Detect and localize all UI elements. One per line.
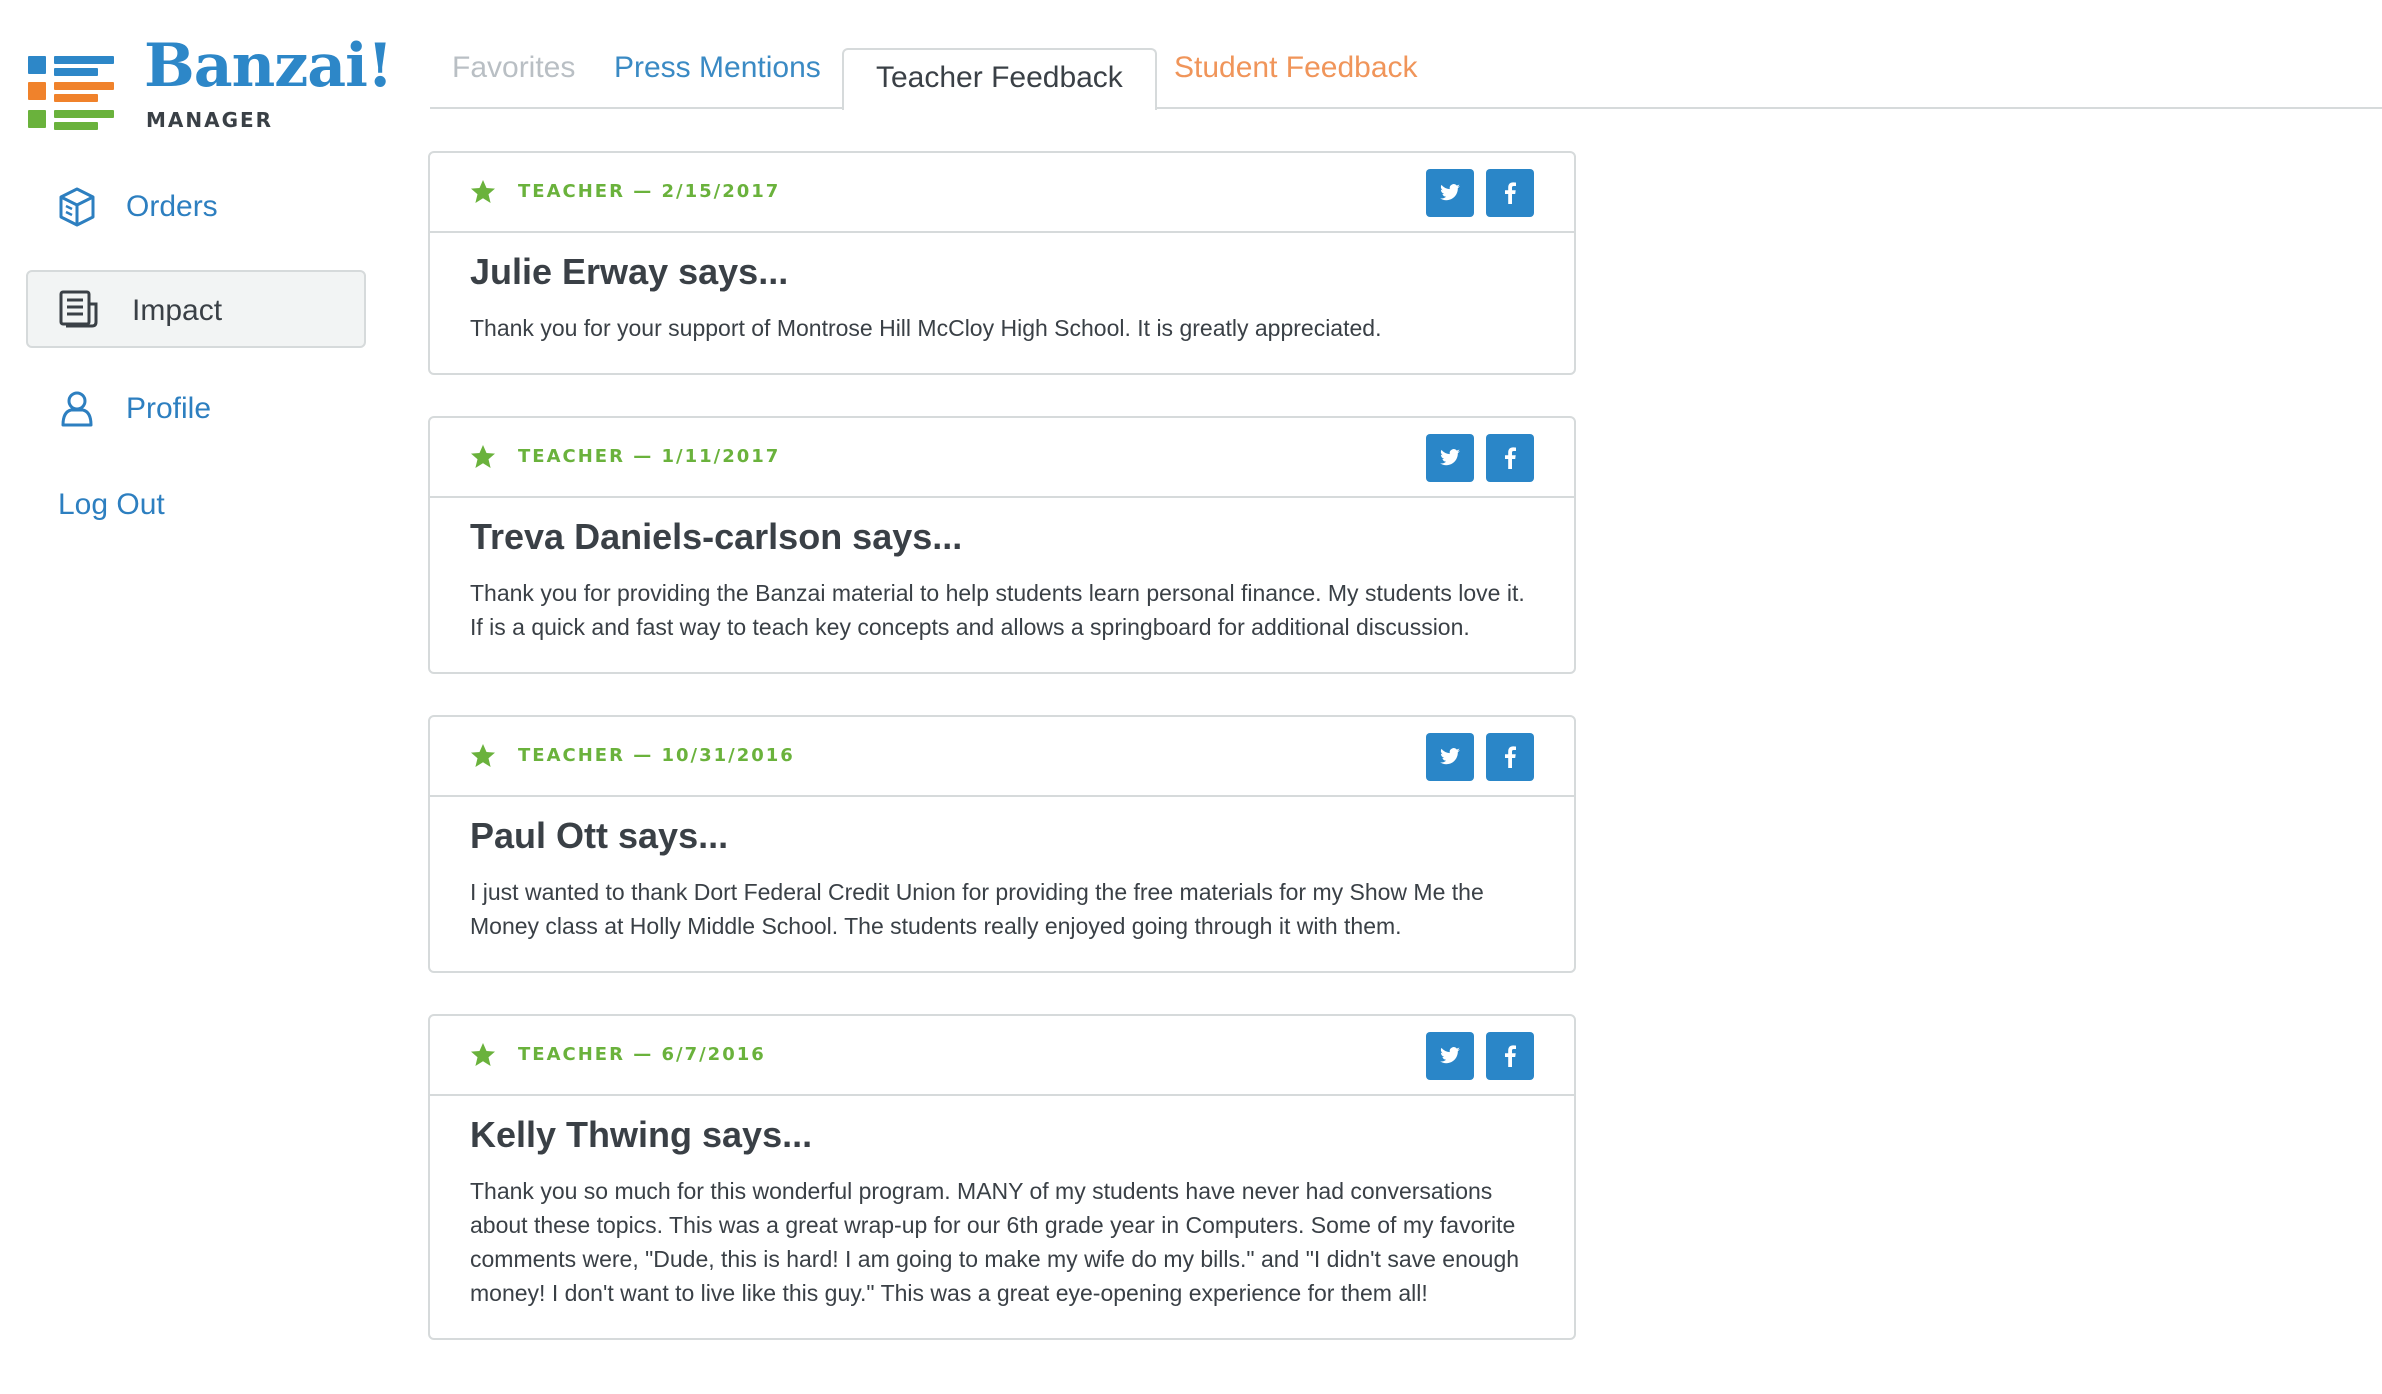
feedback-card: TEACHER — 2/15/2017 Julie Erway says... … bbox=[428, 151, 1576, 375]
feedback-meta: TEACHER — 10/31/2016 bbox=[518, 745, 795, 766]
feedback-card: TEACHER — 6/7/2016 Kelly Thwing says... … bbox=[428, 1014, 1576, 1340]
tab-teacher-feedback[interactable]: Teacher Feedback bbox=[842, 48, 1157, 113]
facebook-icon bbox=[1505, 1045, 1516, 1067]
facebook-icon bbox=[1505, 746, 1516, 768]
twitter-share-button[interactable] bbox=[1426, 1032, 1474, 1080]
logout-link[interactable]: Log Out bbox=[58, 486, 165, 524]
tabs-divider bbox=[430, 107, 2382, 109]
feedback-author: Julie Erway says... bbox=[470, 251, 789, 292]
facebook-share-button[interactable] bbox=[1486, 1032, 1534, 1080]
tab-student-feedback[interactable]: Student Feedback bbox=[1174, 48, 1418, 88]
facebook-icon bbox=[1505, 182, 1516, 204]
card-header: TEACHER — 2/15/2017 bbox=[430, 153, 1574, 233]
card-header: TEACHER — 6/7/2016 bbox=[430, 1016, 1574, 1096]
feedback-card: TEACHER — 10/31/2016 Paul Ott says... I … bbox=[428, 715, 1576, 973]
twitter-share-button[interactable] bbox=[1426, 434, 1474, 482]
feedback-meta: TEACHER — 6/7/2016 bbox=[518, 1044, 766, 1065]
twitter-icon bbox=[1440, 449, 1460, 466]
sidebar-item-label: Profile bbox=[126, 392, 212, 425]
feedback-author: Treva Daniels-carlson says... bbox=[470, 516, 963, 557]
sidebar-item-profile[interactable]: Profile bbox=[26, 370, 366, 448]
twitter-icon bbox=[1440, 1047, 1460, 1064]
person-icon bbox=[61, 391, 93, 427]
twitter-share-button[interactable] bbox=[1426, 169, 1474, 217]
brand-subtitle: MANAGER bbox=[146, 108, 274, 132]
facebook-share-button[interactable] bbox=[1486, 733, 1534, 781]
feedback-card: TEACHER — 1/11/2017 Treva Daniels-carlso… bbox=[428, 416, 1576, 674]
feedback-meta: TEACHER — 2/15/2017 bbox=[518, 181, 781, 202]
feedback-meta: TEACHER — 1/11/2017 bbox=[518, 446, 781, 467]
feedback-message: Thank you for your support of Montrose H… bbox=[470, 315, 1382, 341]
twitter-icon bbox=[1440, 748, 1460, 765]
facebook-share-button[interactable] bbox=[1486, 434, 1534, 482]
star-icon[interactable] bbox=[470, 444, 496, 470]
feedback-message: Thank you for providing the Banzai mater… bbox=[470, 580, 1525, 640]
star-icon[interactable] bbox=[470, 1042, 496, 1068]
brand-name: Banzai! bbox=[144, 31, 393, 101]
sidebar-item-orders[interactable]: Orders bbox=[26, 168, 366, 246]
facebook-share-button[interactable] bbox=[1486, 169, 1534, 217]
report-icon bbox=[59, 290, 98, 328]
feedback-message: Thank you so much for this wonderful pro… bbox=[470, 1178, 1520, 1306]
box-icon bbox=[59, 187, 95, 227]
feedback-list: TEACHER — 2/15/2017 Julie Erway says... … bbox=[428, 151, 1576, 1381]
card-header: TEACHER — 1/11/2017 bbox=[430, 418, 1574, 498]
sidebar-item-impact[interactable]: Impact bbox=[26, 270, 366, 348]
facebook-icon bbox=[1505, 447, 1516, 469]
tab-favorites[interactable]: Favorites bbox=[452, 48, 575, 88]
card-header: TEACHER — 10/31/2016 bbox=[430, 717, 1574, 797]
feedback-message: I just wanted to thank Dort Federal Cred… bbox=[470, 879, 1484, 939]
tab-press-mentions[interactable]: Press Mentions bbox=[614, 48, 821, 88]
twitter-icon bbox=[1440, 184, 1460, 201]
banzai-mark-icon bbox=[28, 52, 114, 130]
star-icon[interactable] bbox=[470, 179, 496, 205]
twitter-share-button[interactable] bbox=[1426, 733, 1474, 781]
brand-logo[interactable]: Banzai! MANAGER bbox=[28, 36, 393, 136]
feedback-author: Kelly Thwing says... bbox=[470, 1114, 813, 1155]
sidebar-item-label: Orders bbox=[126, 190, 218, 223]
feedback-tabs: Favorites Press Mentions Teacher Feedbac… bbox=[430, 0, 2382, 113]
feedback-author: Paul Ott says... bbox=[470, 815, 729, 856]
star-icon[interactable] bbox=[470, 743, 496, 769]
sidebar-item-label: Impact bbox=[132, 294, 223, 327]
